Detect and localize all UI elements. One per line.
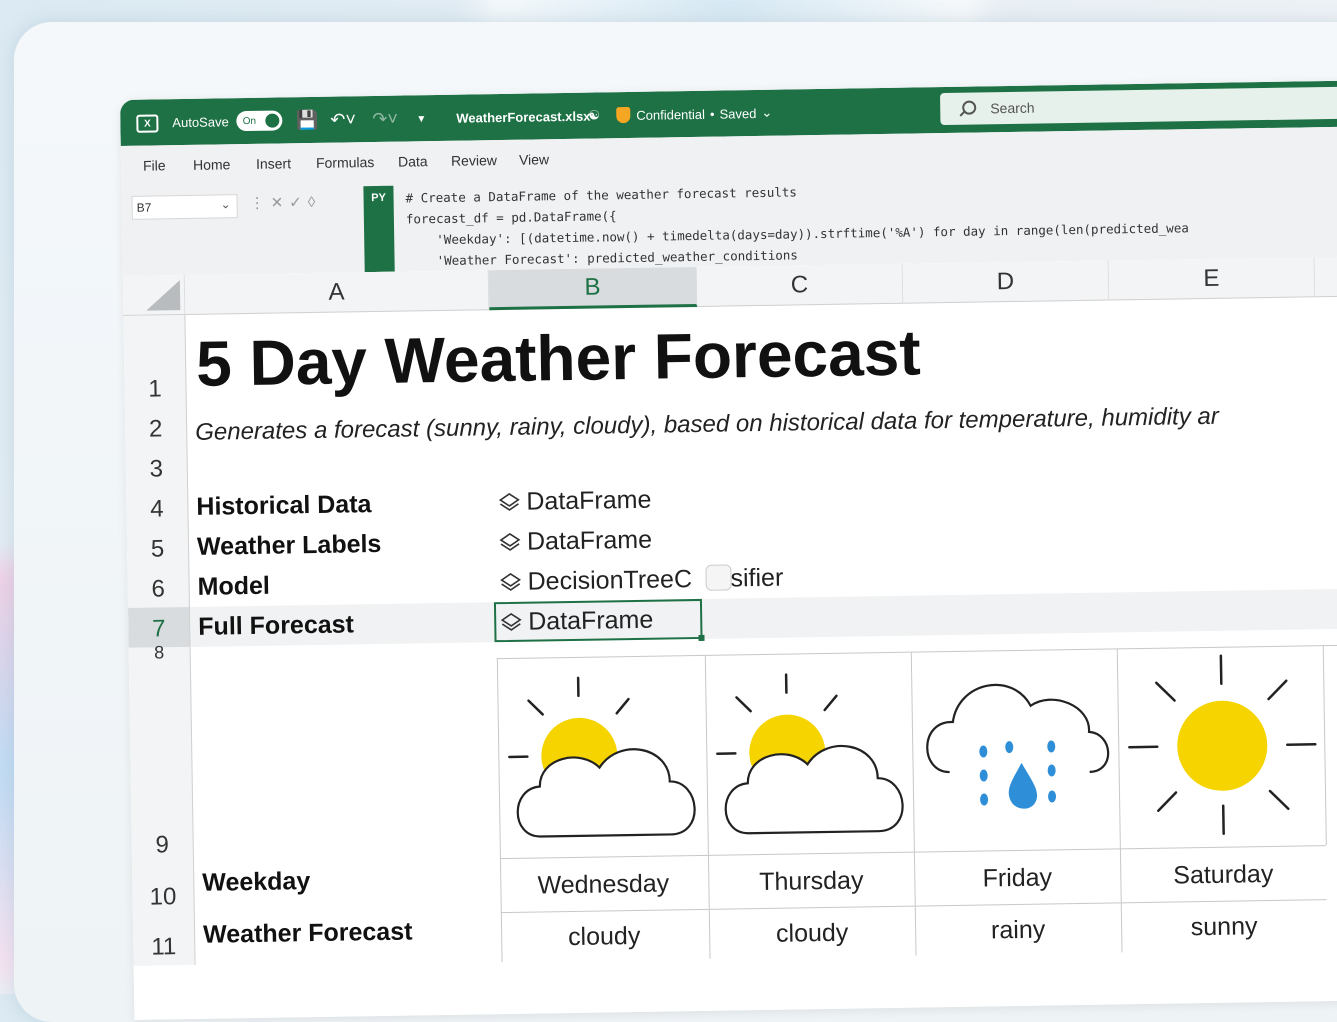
undo-icon[interactable]: ↶˅ [330,96,356,142]
column-header-e[interactable]: E [1109,257,1316,300]
forecast-value: rainy [915,914,1121,946]
tab-insert[interactable]: Insert [256,155,291,172]
autosave[interactable]: AutoSave On [172,97,283,145]
sensitivity-badge[interactable]: Confidential • Saved ⌄ [616,90,773,138]
cell-dataframe[interactable]: DataFrame [498,486,651,517]
chevron-down-icon: ⌄ [220,197,230,211]
python-output-icon[interactable]: ◊ [308,194,322,211]
formula-actions: ⋮✕✓◊ [249,193,321,212]
row-header[interactable]: 10 [132,863,195,916]
excel-logo-icon: X [136,114,158,132]
label-model[interactable]: Model [197,572,270,602]
cell-model-object[interactable]: DecisionTreeCssifier [499,564,783,597]
tab-home[interactable]: Home [193,156,231,173]
row-header[interactable]: 3 [125,447,188,488]
share-icon[interactable]: ☯ [588,92,600,138]
weekday-value: Thursday [708,866,914,898]
shield-icon [616,107,630,123]
column-header-c[interactable]: C [697,264,904,307]
forecast-icon-cell[interactable] [497,655,708,858]
label-weather-labels[interactable]: Weather Labels [197,530,382,562]
active-cell-b7[interactable] [494,599,703,642]
forecast-value: cloudy [709,918,915,950]
name-box-value: B7 [137,201,152,215]
tab-formulas[interactable]: Formulas [316,154,375,171]
autosave-toggle[interactable]: On [237,110,283,131]
save-icon[interactable]: 💾 [296,97,319,143]
forecast-value: cloudy [501,921,707,953]
label-historical-data[interactable]: Historical Data [196,490,371,522]
python-object-icon [499,571,521,593]
row-header[interactable]: 8 [129,647,191,664]
row-header[interactable]: 4 [126,487,189,528]
row-header[interactable]: 6 [127,567,190,608]
column-header-a[interactable]: A [185,270,490,315]
cancel-icon[interactable]: ✕ [271,194,290,211]
cell-value: DecisionTreeC [527,565,692,597]
row-header[interactable]: 1 [123,315,186,408]
label-full-forecast[interactable]: Full Forecast [198,610,354,641]
enter-icon[interactable]: ✓ [289,194,308,211]
select-all-button[interactable] [123,275,186,316]
toggle-knob [266,113,280,127]
chevron-down-icon: ⌄ [761,105,772,121]
sheet-subtitle[interactable]: Generates a forecast (sunny, rainy, clou… [195,403,1219,447]
column-header-f[interactable] [1315,256,1337,297]
forecast-value: sunny [1121,911,1327,943]
weekday-value: Wednesday [500,869,706,901]
customize-toolbar-icon[interactable]: ▾ [418,95,425,141]
forecast-icon-cell[interactable] [1323,645,1337,846]
partly-cloudy-icon [706,653,915,856]
selected-row-highlight [190,588,1337,647]
python-object-icon [498,491,520,513]
label-weekday[interactable]: Weekday [202,867,310,898]
column-header-d[interactable]: D [903,260,1110,303]
search-input[interactable]: Search [940,86,1337,125]
name-box[interactable]: B7 ⌄ [132,194,238,220]
cell-value: DataFrame [526,486,651,517]
rain-cloud-icon [912,649,1121,852]
forecast-icon-cell[interactable] [1117,645,1326,848]
page-title[interactable]: 5 Day Weather Forecast [196,315,922,400]
search-icon [962,101,976,115]
cell-dataframe[interactable]: DataFrame [499,526,652,557]
forecast-icon-cell[interactable] [911,648,1120,851]
weekday-value: Saturday [1120,859,1326,891]
autosave-state: On [243,115,257,126]
row-header[interactable]: 11 [133,915,196,966]
row-header[interactable]: 9 [129,663,194,864]
row-header[interactable]: 5 [127,527,190,568]
sensitivity-label: Confidential [636,106,705,122]
python-code[interactable]: # Create a DataFrame of the weather fore… [405,175,1189,271]
column-header-b[interactable]: B [489,267,698,310]
sheet-grid: A B C D E 1 2 3 4 5 6 7 8 9 10 11 5 Day … [123,257,1337,1020]
tab-data[interactable]: Data [398,153,428,169]
python-badge: PY [363,186,394,272]
save-status: Saved [719,106,756,122]
weekday-value: Friday [914,862,1120,894]
more-icon[interactable]: ⋮ [250,195,271,212]
excel-window: X AutoSave On 💾 ↶˅ ↷˅ ▾ WeatherForecast.… [120,81,1337,1020]
cell-value: DataFrame [527,526,652,557]
label-weather-forecast[interactable]: Weather Forecast [203,918,413,950]
partly-cloudy-icon [498,656,707,859]
tab-view[interactable]: View [519,151,549,167]
sun-icon [1118,646,1327,849]
file-name[interactable]: WeatherForecast.xlsx [456,93,591,141]
forecast-icon-cell[interactable] [705,652,914,855]
redo-icon[interactable]: ↷˅ [372,96,398,142]
python-object-icon [499,531,521,553]
search-placeholder: Search [990,100,1035,117]
row-header[interactable]: 2 [125,407,188,448]
tab-review[interactable]: Review [451,152,497,169]
tab-file[interactable]: File [143,157,166,173]
autosave-label: AutoSave [172,114,229,130]
card-preview-icon[interactable] [705,564,731,590]
